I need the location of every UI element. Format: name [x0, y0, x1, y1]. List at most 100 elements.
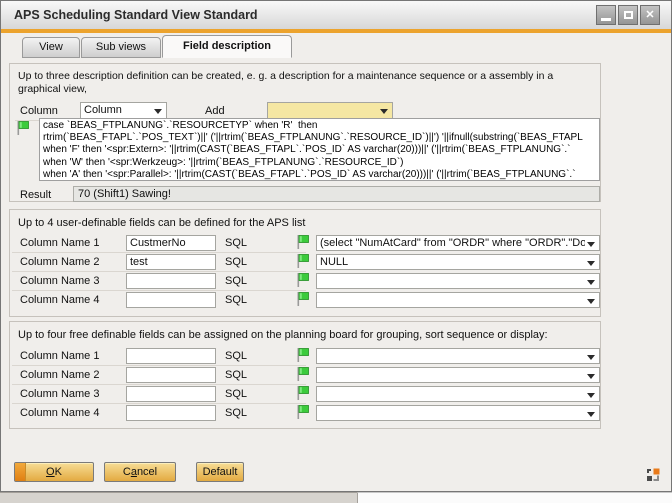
add-label: Add — [205, 105, 225, 117]
ok-button-label: K — [55, 466, 62, 478]
sql-dropdown-value: NULL — [320, 256, 585, 268]
chevron-down-icon — [587, 412, 595, 417]
chevron-down-icon — [587, 280, 595, 285]
sql-label: SQL — [225, 237, 247, 249]
column-name-label: Column Name 3 — [20, 388, 99, 400]
cancel-button[interactable]: Cancel — [104, 462, 176, 482]
ok-button[interactable]: OK — [14, 462, 94, 482]
maximize-icon — [624, 11, 633, 19]
column-name-label: Column Name 4 — [20, 294, 99, 306]
window-title: APS Scheduling Standard View Standard — [14, 1, 258, 29]
flag-icon[interactable] — [295, 253, 311, 269]
column-name-input[interactable] — [126, 386, 216, 402]
background-panel-right — [357, 492, 672, 503]
sql-dropdown-value: (select "NumAtCard" from "ORDR" where "O… — [320, 237, 585, 249]
result-label: Result — [20, 189, 51, 201]
sql-label: SQL — [225, 369, 247, 381]
column-label: Column — [20, 105, 58, 117]
titlebar: APS Scheduling Standard View Standard ✕ — [1, 1, 671, 30]
column-name-label: Column Name 4 — [20, 407, 99, 419]
column-name-input[interactable] — [126, 273, 216, 289]
chevron-down-icon — [587, 374, 595, 379]
free-fields-group: Up to four free definable fields can be … — [9, 321, 601, 429]
group-description-text: Up to three description definition can b… — [18, 70, 596, 96]
minimize-button[interactable] — [596, 5, 616, 25]
result-field: 70 (Shift1) Sawing! — [73, 186, 600, 202]
sql-dropdown[interactable] — [316, 367, 600, 383]
sql-label: SQL — [225, 350, 247, 362]
field-row: Column Name 2 SQL NULL — [10, 253, 602, 272]
default-button[interactable]: Default — [196, 462, 244, 482]
code-line: when 'F' then '<spr:Extern>: '||rtrim(CA… — [43, 144, 596, 156]
sql-dropdown[interactable] — [316, 386, 600, 402]
code-line: when 'A' then '<spr:Parallel>: '||rtrim(… — [43, 169, 596, 181]
ok-button-label: O — [46, 466, 55, 478]
flag-icon[interactable] — [15, 120, 31, 136]
tab-strip: View Sub views Field description — [1, 34, 671, 58]
default-button-label: Default — [203, 466, 238, 478]
default-button-indicator — [15, 463, 26, 481]
background-panel-left — [0, 492, 357, 503]
flag-icon[interactable] — [295, 291, 311, 307]
field-row: Column Name 1 SQL (select "NumAtCard" fr… — [10, 234, 602, 253]
aps-scheduling-dialog: APS Scheduling Standard View Standard ✕ … — [0, 0, 672, 492]
sql-dropdown[interactable] — [316, 273, 600, 289]
column-dropdown-value: Column — [84, 104, 152, 116]
chevron-down-icon — [587, 355, 595, 360]
accent-bar — [1, 29, 671, 33]
flag-icon[interactable] — [295, 234, 311, 250]
column-name-input[interactable] — [126, 292, 216, 308]
sql-label: SQL — [225, 294, 247, 306]
sql-label: SQL — [225, 275, 247, 287]
column-dropdown[interactable]: Column — [80, 102, 167, 119]
sql-dropdown[interactable]: (select "NumAtCard" from "ORDR" where "O… — [316, 235, 600, 251]
field-row: Column Name 4 SQL — [10, 291, 602, 310]
minimize-icon — [601, 18, 611, 21]
flag-icon[interactable] — [295, 385, 311, 401]
chevron-down-icon — [587, 261, 595, 266]
flag-icon[interactable] — [295, 347, 311, 363]
column-name-label: Column Name 2 — [20, 369, 99, 381]
column-name-label: Column Name 2 — [20, 256, 99, 268]
sql-dropdown[interactable] — [316, 348, 600, 364]
description-group: Up to three description definition can b… — [9, 63, 601, 202]
flag-icon[interactable] — [295, 272, 311, 288]
sql-label: SQL — [225, 388, 247, 400]
column-name-input[interactable] — [126, 254, 216, 270]
resize-grip-icon[interactable] — [645, 467, 661, 483]
column-name-label: Column Name 3 — [20, 275, 99, 287]
sql-dropdown[interactable] — [316, 292, 600, 308]
close-button[interactable]: ✕ — [640, 5, 660, 25]
column-name-input[interactable] — [126, 405, 216, 421]
close-icon: ✕ — [645, 10, 654, 21]
field-row: Column Name 4 SQL — [10, 404, 602, 423]
group-heading: Up to four free definable fields can be … — [18, 329, 548, 341]
sql-label: SQL — [225, 407, 247, 419]
group-heading: Up to 4 user-definable fields can be def… — [18, 217, 305, 229]
chevron-down-icon — [380, 109, 388, 114]
column-name-input[interactable] — [126, 367, 216, 383]
column-name-input[interactable] — [126, 348, 216, 364]
flag-icon[interactable] — [295, 404, 311, 420]
description-formula-textarea[interactable]: case `BEAS_FTPLANUNG`.`RESOURCETYP` when… — [39, 118, 600, 181]
field-row: Column Name 3 SQL — [10, 385, 602, 404]
field-row: Column Name 1 SQL — [10, 347, 602, 366]
sql-label: SQL — [225, 256, 247, 268]
add-dropdown[interactable] — [267, 102, 393, 119]
chevron-down-icon — [587, 393, 595, 398]
cancel-button-label: ncel — [137, 466, 157, 478]
chevron-down-icon — [587, 242, 595, 247]
code-line: case `BEAS_FTPLANUNG`.`RESOURCETYP` when… — [43, 120, 596, 132]
tab-field-description[interactable]: Field description — [162, 35, 292, 58]
maximize-button[interactable] — [618, 5, 638, 25]
tab-view[interactable]: View — [22, 37, 80, 58]
field-row: Column Name 3 SQL — [10, 272, 602, 291]
code-line: rtrim(`BEAS_FTAPL`.`POS_TEXT`)||' ('||rt… — [43, 132, 596, 144]
sql-dropdown[interactable]: NULL — [316, 254, 600, 270]
chevron-down-icon — [154, 109, 162, 114]
sql-dropdown[interactable] — [316, 405, 600, 421]
column-name-input[interactable] — [126, 235, 216, 251]
column-name-label: Column Name 1 — [20, 350, 99, 362]
flag-icon[interactable] — [295, 366, 311, 382]
tab-sub-views[interactable]: Sub views — [81, 37, 161, 58]
